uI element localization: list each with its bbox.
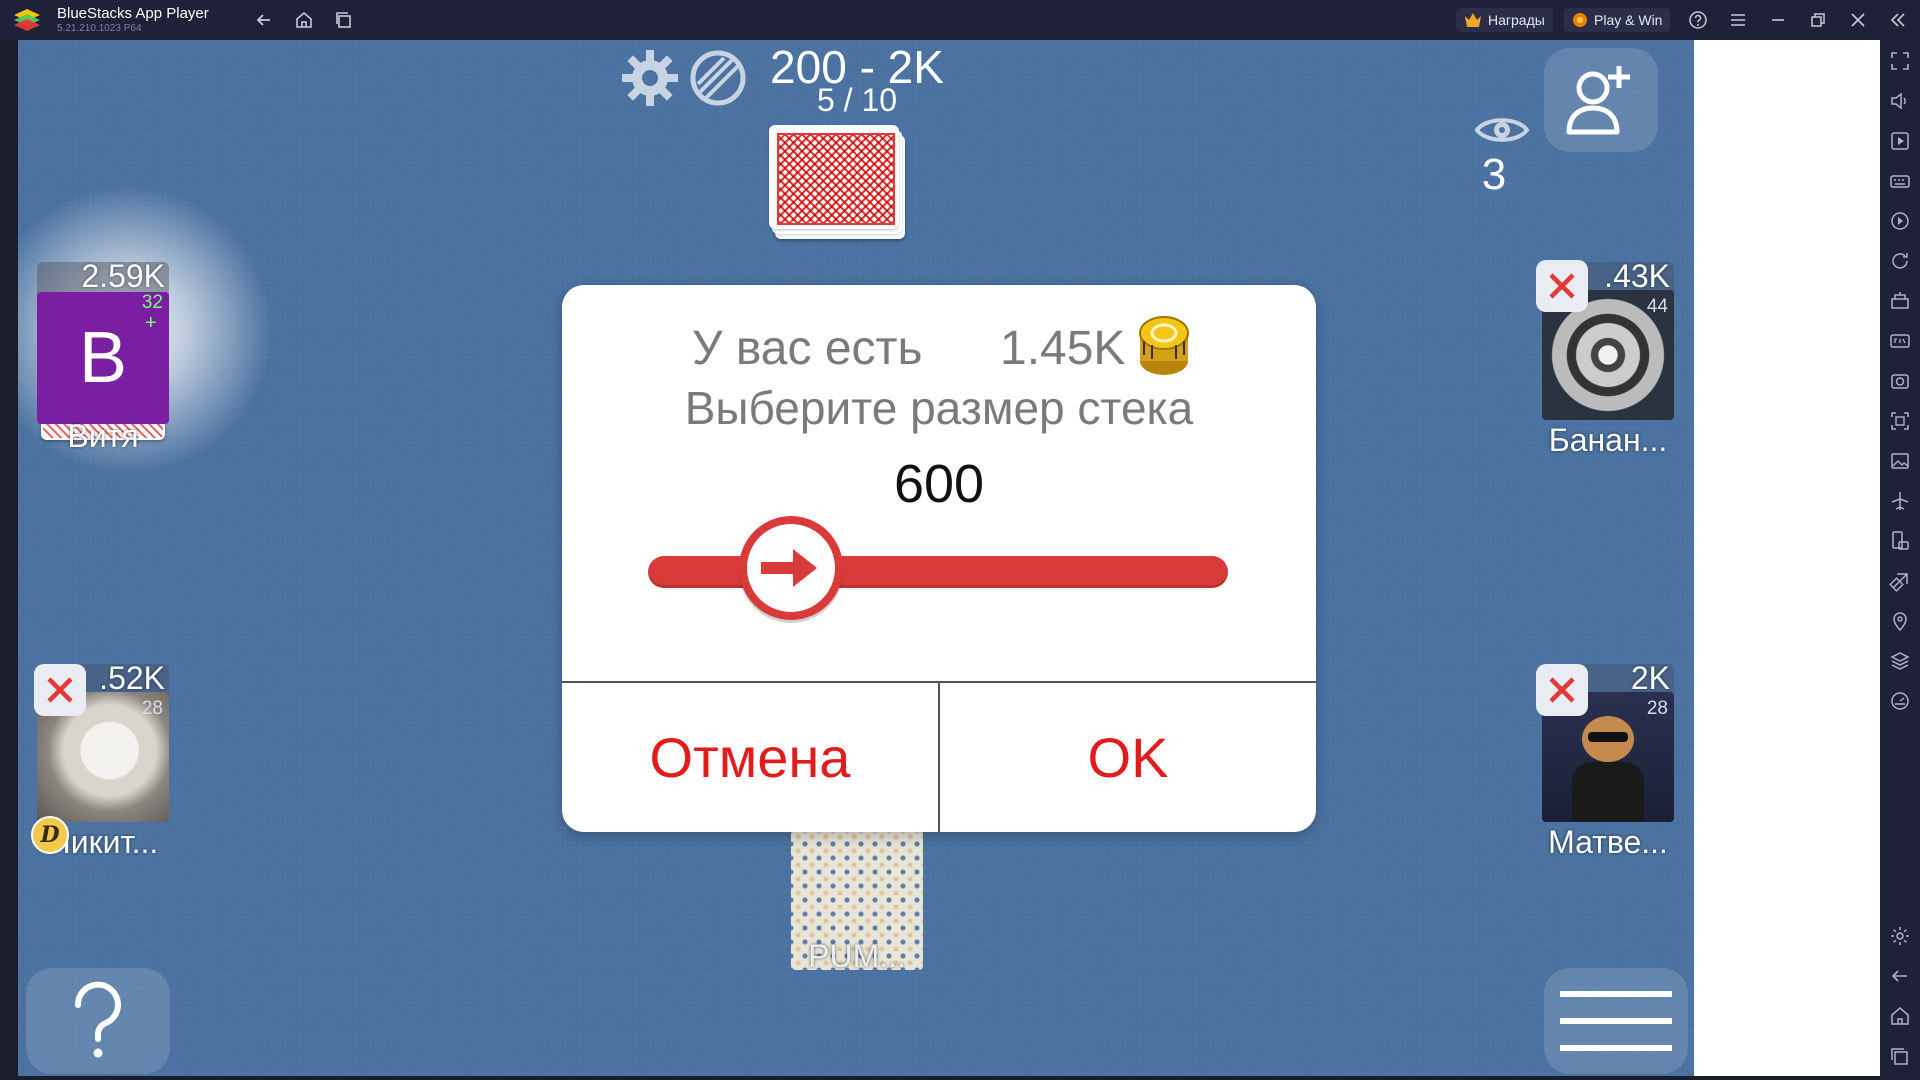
bluestacks-sidebar — [1880, 40, 1920, 1080]
eco-mode-icon[interactable] — [1889, 570, 1911, 592]
balance-label: У вас есть — [692, 322, 923, 375]
location-icon[interactable] — [1889, 610, 1911, 632]
help-icon[interactable] — [1684, 6, 1712, 34]
home-icon[interactable] — [290, 6, 318, 34]
player-chips: .43K — [1604, 258, 1670, 294]
player-chips: 2.59K — [81, 258, 165, 294]
stack-value: 600 — [893, 454, 985, 514]
bottom-border — [0, 1076, 1880, 1080]
kick-player-button[interactable] — [34, 664, 86, 716]
gear-icon[interactable] — [618, 46, 682, 110]
table-mode-icon — [690, 50, 746, 106]
add-user-icon — [1566, 66, 1630, 135]
screenshot-icon[interactable] — [1889, 370, 1911, 392]
avatar-letter: В — [78, 318, 128, 398]
spectator-count: 3 — [1481, 150, 1507, 199]
play-win-button[interactable]: Play & Win — [1564, 8, 1671, 32]
cancel-button[interactable]: Отмена — [562, 683, 938, 832]
player-level: 32 — [141, 292, 163, 313]
dealer-chip-icon: D — [31, 816, 69, 854]
player-chips: 2K — [1630, 660, 1670, 696]
letterbox-area — [1694, 40, 1880, 1080]
volume-icon[interactable] — [1889, 90, 1911, 112]
ok-button[interactable]: OK — [940, 683, 1316, 832]
rewards-label: Награды — [1488, 12, 1545, 28]
recent-apps-icon[interactable] — [330, 6, 358, 34]
player-level: 44 — [1646, 296, 1668, 317]
plus-icon: + — [145, 312, 157, 334]
close-icon — [47, 677, 73, 703]
title-bar: BlueStacks App Player 5.21.210.1023 P64 … — [0, 0, 1920, 40]
player-seat-vitya[interactable]: В 2.59K 32 + Витя — [37, 258, 169, 512]
fullscreen-icon[interactable] — [1889, 50, 1911, 72]
main-menu-button[interactable] — [1544, 968, 1688, 1074]
question-mark-icon — [74, 981, 121, 1058]
kick-player-button[interactable] — [1536, 664, 1588, 716]
play-win-label: Play & Win — [1594, 12, 1663, 28]
close-icon[interactable] — [1844, 6, 1872, 34]
player-name: Банан... — [1548, 422, 1668, 458]
player-seat-pum[interactable]: PUM... — [791, 830, 923, 974]
close-icon — [1549, 677, 1575, 703]
eye-icon — [1474, 118, 1530, 142]
macro-icon[interactable] — [1889, 210, 1911, 232]
menu-icon[interactable] — [1724, 6, 1752, 34]
player-level: 28 — [1646, 698, 1668, 719]
hamburger-icon — [1560, 991, 1672, 1051]
player-name: Матве... — [1548, 824, 1668, 860]
player-chips: .52K — [99, 660, 165, 696]
sidebar-home-icon[interactable] — [1889, 1005, 1911, 1027]
apk-icon[interactable] — [1889, 330, 1911, 352]
bluestacks-logo-icon — [14, 9, 40, 31]
app-version: 5.21.210.1023 P64 — [57, 23, 142, 34]
sidebar-recents-icon[interactable] — [1889, 1045, 1911, 1067]
back-arrow-icon[interactable] — [250, 6, 278, 34]
kick-player-button[interactable] — [1536, 260, 1588, 312]
left-border — [0, 40, 18, 1080]
app-title: BlueStacks App Player — [57, 5, 209, 22]
media-icon[interactable] — [1889, 130, 1911, 152]
round-counter: 5 / 10 — [816, 82, 898, 118]
layers-icon[interactable] — [1889, 650, 1911, 672]
stack-size-dialog: У вас есть 1.45K Выберите размер стека 6… — [562, 285, 1316, 832]
multi-instance-icon[interactable] — [1889, 290, 1911, 312]
dialog-title: Выберите размер стека — [684, 382, 1194, 434]
card-deck — [769, 125, 909, 243]
add-friend-button[interactable] — [1544, 48, 1658, 152]
help-button[interactable] — [26, 968, 170, 1074]
resize-icon[interactable] — [1889, 530, 1911, 552]
settings-icon[interactable] — [1889, 925, 1911, 947]
player-name: Витя — [67, 418, 139, 454]
performance-icon[interactable] — [1889, 690, 1911, 712]
crown-icon — [1465, 13, 1481, 27]
coin-icon — [1139, 316, 1189, 375]
minimize-icon[interactable] — [1764, 6, 1792, 34]
play-win-icon — [1573, 13, 1587, 27]
restore-icon[interactable] — [1804, 6, 1832, 34]
player-level: 28 — [141, 698, 163, 719]
rewards-button[interactable]: Награды — [1456, 8, 1553, 32]
keyboard-icon[interactable] — [1889, 170, 1911, 192]
close-icon — [1549, 273, 1575, 299]
sidebar-back-icon[interactable] — [1889, 965, 1911, 987]
slider-handle[interactable] — [735, 513, 847, 625]
record-icon[interactable] — [1889, 410, 1911, 432]
balance-amount: 1.45K — [1000, 322, 1126, 375]
collapse-sidebar-icon[interactable] — [1884, 6, 1912, 34]
airplane-icon[interactable] — [1889, 490, 1911, 512]
player-name: PUM... — [808, 938, 906, 974]
rotate-icon[interactable] — [1889, 250, 1911, 272]
gallery-icon[interactable] — [1889, 450, 1911, 472]
